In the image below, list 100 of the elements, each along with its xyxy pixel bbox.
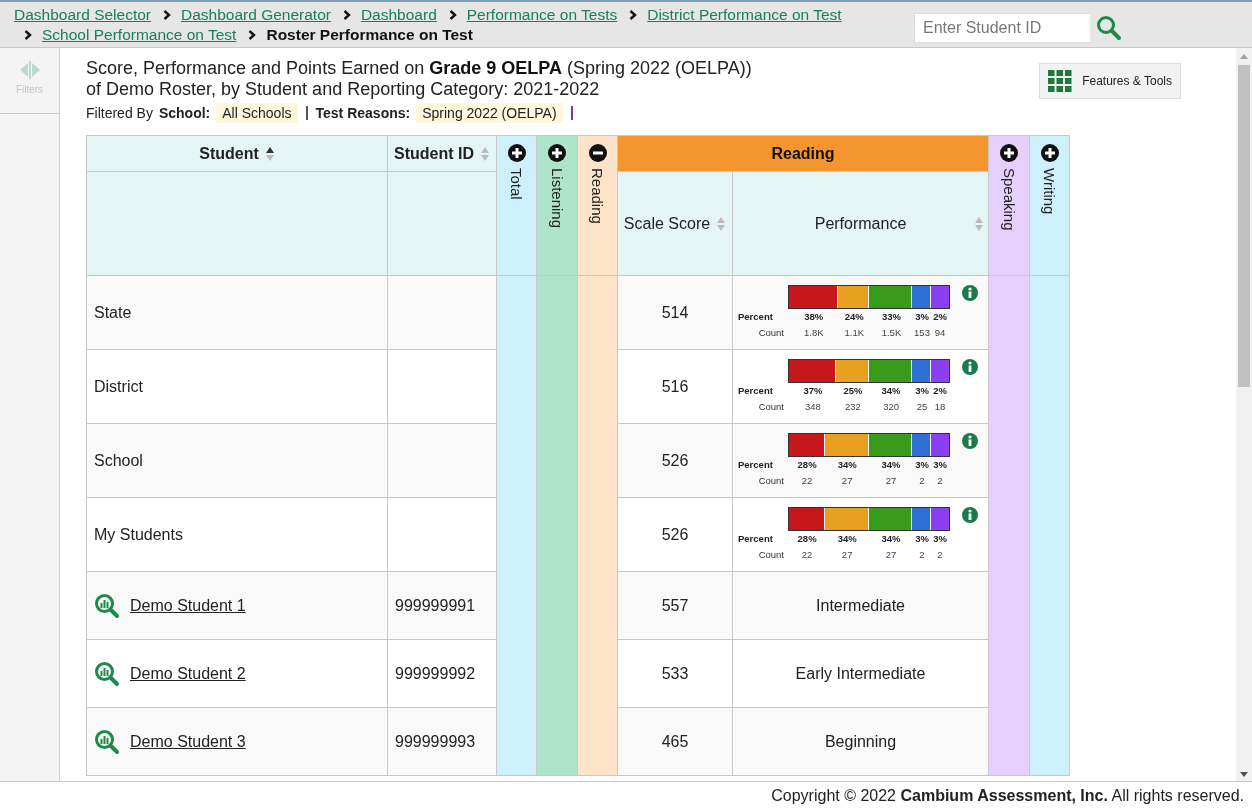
expand-icon[interactable] (1040, 144, 1059, 162)
column-header[interactable]: Listening (536, 135, 578, 276)
percent-value: 3% (915, 384, 929, 396)
chevron-icon (448, 10, 457, 20)
breadcrumb-link[interactable]: School Performance on Test (42, 25, 237, 45)
filter-label: Filtered By (86, 105, 153, 121)
column-header[interactable]: Reading (577, 135, 618, 276)
expand-icon[interactable] (548, 144, 566, 162)
percent-value: 3% (915, 532, 929, 544)
table-cell: 516 (617, 349, 733, 424)
percent-value: 38% (804, 310, 824, 322)
filter-name: Test Reasons: (315, 105, 411, 121)
count-value: 1.1K (844, 326, 865, 338)
table-cell: State (86, 275, 388, 350)
student-link[interactable]: Demo Student 2 (130, 664, 246, 683)
percent-value: 34% (881, 458, 901, 470)
sort-icon[interactable] (264, 145, 275, 162)
scrollbar-thumb[interactable] (1238, 65, 1250, 387)
count-value: 27 (841, 474, 853, 486)
breadcrumb-current: Roster Performance on Test (266, 25, 473, 45)
count-value: 320 (883, 400, 899, 412)
percent-value: 34% (881, 532, 901, 544)
breadcrumb-link[interactable]: Dashboard Selector (14, 5, 151, 25)
percent-value: 34% (837, 532, 857, 544)
count-value: 2 (919, 474, 925, 486)
column-header[interactable]: Performance (732, 171, 989, 276)
features-tools-button[interactable]: Features & Tools (1039, 63, 1181, 99)
count-value: 2 (937, 548, 943, 560)
breadcrumb-link[interactable]: District Performance on Test (647, 5, 842, 25)
column-header[interactable]: Student ID (387, 135, 497, 172)
percent-value: 2% (933, 384, 947, 396)
table-cell: 557 (617, 571, 733, 640)
count-value: 27 (841, 548, 853, 560)
row-label: Count (757, 547, 784, 562)
count-value: 153 (914, 326, 930, 338)
table-cell: 465 (617, 707, 733, 776)
table-cell: 999999991 (387, 571, 497, 640)
count-value: 348 (804, 400, 821, 412)
chart-magnifier-icon[interactable] (94, 728, 120, 755)
student-id-field[interactable]: Enter Student ID (914, 13, 1090, 43)
percent-value: 34% (837, 458, 857, 470)
count-value: 27 (885, 548, 897, 560)
table-cell: 533 (617, 639, 733, 708)
percent-value: 37% (803, 384, 823, 396)
row-label: Percent (738, 383, 774, 398)
row-label: Percent (738, 531, 774, 546)
info-icon[interactable] (962, 432, 978, 449)
table-cell: 514 (617, 275, 733, 350)
column-header[interactable]: Total (496, 135, 537, 276)
table-cell: My Students (86, 497, 388, 572)
table-cell: 526 (617, 497, 733, 572)
filter-value: Spring 2022 (OELPA) (416, 103, 563, 123)
breadcrumb-link[interactable]: Dashboard (360, 5, 437, 25)
table-cell: School (86, 423, 388, 498)
percent-value: 25% (843, 384, 863, 396)
count-value: 18 (934, 400, 946, 412)
chart-magnifier-icon[interactable] (94, 592, 120, 619)
row-label: Count (757, 399, 784, 414)
info-icon[interactable] (962, 284, 978, 301)
breadcrumb-link[interactable]: Dashboard Generator (181, 5, 331, 25)
chevron-icon (24, 30, 32, 40)
count-value: 2 (919, 548, 925, 560)
percent-value: 24% (844, 310, 864, 322)
table-cell: 526 (617, 423, 733, 498)
group-header: Reading (617, 135, 989, 172)
row-label: Count (757, 473, 784, 488)
grid-icon (1048, 70, 1073, 92)
table-cell: Early Intermediate (732, 639, 989, 708)
scroll-down-icon[interactable] (1240, 772, 1248, 777)
count-value: 25 (916, 400, 928, 412)
percent-value: 3% (915, 310, 929, 322)
chart-magnifier-icon[interactable] (94, 660, 120, 687)
column-header[interactable]: Scale Score (617, 171, 733, 276)
count-value: 1.8K (804, 326, 824, 338)
copyright-text: Copyright © 2022 Cambium Assessment, Inc. All rights reserved. (771, 787, 1244, 805)
count-value: 232 (845, 400, 861, 412)
count-value: 22 (801, 548, 813, 560)
student-link[interactable]: Demo Student 3 (130, 732, 246, 751)
percent-value: 3% (933, 458, 947, 470)
breadcrumb-link[interactable]: Performance on Tests (466, 5, 618, 25)
count-value: 27 (885, 474, 897, 486)
expand-icon[interactable] (507, 144, 526, 162)
column-header[interactable]: Speaking (988, 135, 1030, 276)
collapse-icon[interactable] (588, 144, 607, 162)
table-cell: 999999993 (387, 707, 497, 776)
row-label: Percent (738, 309, 774, 324)
chevron-icon (163, 10, 171, 20)
table-cell: 999999992 (387, 639, 497, 708)
percent-value: 34% (881, 384, 901, 396)
expand-icon[interactable] (1000, 144, 1018, 162)
info-icon[interactable] (962, 358, 978, 375)
info-icon[interactable] (962, 506, 978, 523)
count-value: 1.5K (881, 326, 902, 338)
column-header[interactable]: Writing (1029, 135, 1070, 276)
scrollbar[interactable] (1236, 48, 1252, 781)
row-label: Count (757, 325, 784, 340)
table-cell: Beginning (732, 707, 989, 776)
chevron-icon (342, 10, 351, 20)
column-header[interactable]: Student (86, 135, 388, 172)
student-link[interactable]: Demo Student 1 (130, 596, 246, 615)
